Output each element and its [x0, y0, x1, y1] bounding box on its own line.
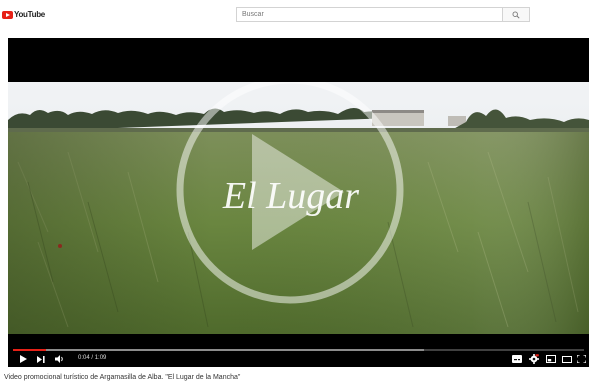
miniplayer-icon — [546, 355, 556, 363]
volume-button[interactable] — [54, 354, 66, 364]
settings-icon — [529, 354, 539, 364]
search-icon — [512, 11, 520, 19]
fullscreen-button[interactable] — [576, 354, 587, 364]
next-button[interactable] — [36, 354, 46, 364]
fullscreen-icon — [577, 355, 586, 363]
video-title: Video promocional turístico de Argamasil… — [4, 374, 241, 381]
settings-button[interactable] — [528, 354, 540, 364]
overlay-title: El Lugar — [222, 175, 359, 217]
player-controls: 0:04 / 1:09 — [8, 348, 589, 367]
subtitles-button[interactable] — [511, 354, 523, 364]
subtitles-icon — [512, 355, 522, 363]
search-button[interactable] — [502, 7, 530, 22]
volume-icon — [55, 355, 63, 363]
theater-mode-button[interactable] — [561, 354, 573, 364]
time-total: 1:09 — [94, 355, 107, 361]
progress-played — [13, 349, 47, 351]
video-frame[interactable]: El Lugar — [8, 82, 589, 334]
miniplayer-button[interactable] — [545, 354, 557, 364]
theater-icon — [562, 355, 572, 363]
youtube-logo[interactable]: YouTube — [2, 9, 45, 20]
logo-text: YouTube — [14, 10, 45, 19]
time-display: 0:04 / 1:09 — [78, 355, 106, 361]
next-icon — [37, 355, 45, 363]
progress-buffered — [46, 349, 425, 351]
youtube-logo-icon — [2, 10, 13, 19]
play-icon — [19, 355, 27, 363]
play-button[interactable] — [18, 354, 28, 364]
video-player[interactable]: El Lugar 0:04 / 1:09 — [8, 38, 589, 367]
search-input[interactable] — [236, 7, 502, 22]
time-current: 0:04 — [78, 355, 90, 361]
masthead: YouTube — [0, 0, 590, 30]
search-bar — [236, 7, 530, 22]
progress-bar[interactable] — [13, 349, 584, 351]
